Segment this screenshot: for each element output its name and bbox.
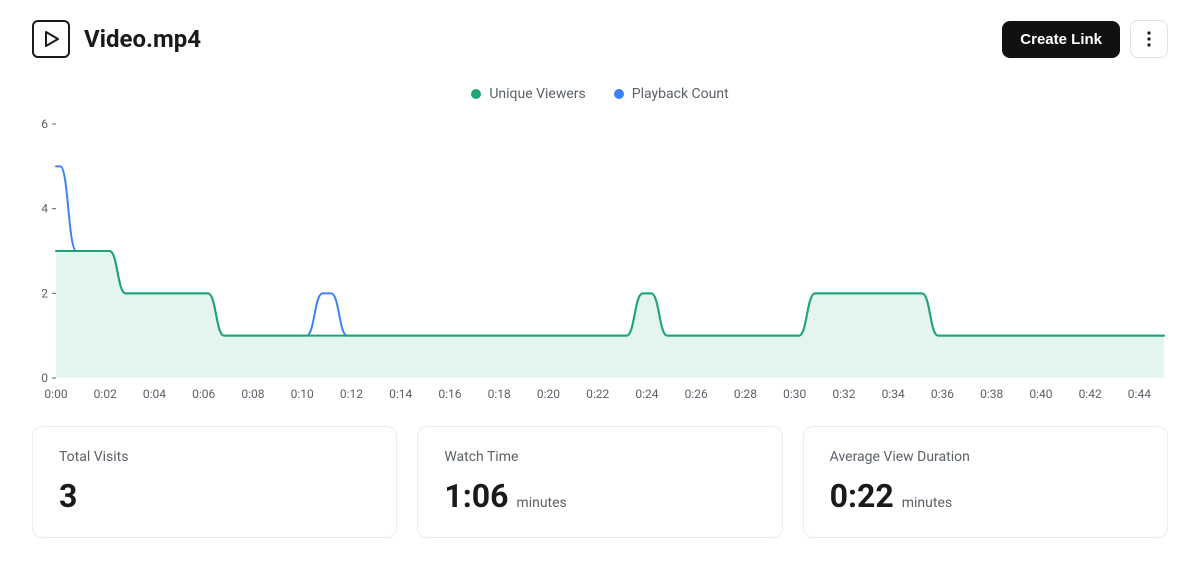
svg-text:0:28: 0:28 — [734, 387, 757, 401]
chart-container: 0 2 4 6 0:00 0:02 0:04 0:06 0:08 0:10 0:12 0:14 0:16… — [0, 108, 1200, 408]
svg-text:0:30: 0:30 — [783, 387, 806, 401]
stat-value-number: 1:06 — [444, 477, 508, 515]
svg-text:0:34: 0:34 — [882, 387, 905, 401]
svg-text:0:22: 0:22 — [586, 387, 609, 401]
svg-text:2: 2 — [41, 286, 48, 300]
legend-item-playback-count[interactable]: Playback Count — [614, 86, 729, 102]
more-menu-button[interactable] — [1130, 20, 1168, 58]
chart-legend: Unique Viewers Playback Count — [0, 68, 1200, 108]
svg-text:0:14: 0:14 — [389, 387, 412, 401]
header-left: Video.mp4 — [32, 20, 201, 58]
stat-value: 0:22 minutes — [830, 477, 1141, 515]
svg-text:4: 4 — [41, 202, 48, 216]
svg-text:0:20: 0:20 — [537, 387, 560, 401]
stat-value-unit: minutes — [902, 495, 952, 511]
svg-text:6: 6 — [41, 117, 48, 131]
stat-value: 3 — [59, 477, 370, 515]
svg-text:0:18: 0:18 — [488, 387, 511, 401]
svg-text:0:12: 0:12 — [340, 387, 363, 401]
legend-item-unique-viewers[interactable]: Unique Viewers — [471, 86, 585, 102]
stat-label: Watch Time — [444, 449, 755, 465]
svg-text:0:10: 0:10 — [291, 387, 314, 401]
stat-value: 1:06 minutes — [444, 477, 755, 515]
svg-text:0:02: 0:02 — [94, 387, 117, 401]
stat-label: Total Visits — [59, 449, 370, 465]
stat-card-watch-time: Watch Time 1:06 minutes — [417, 426, 782, 538]
svg-text:0:42: 0:42 — [1079, 387, 1102, 401]
create-link-button[interactable]: Create Link — [1002, 21, 1120, 58]
svg-text:0:36: 0:36 — [931, 387, 954, 401]
svg-text:0:00: 0:00 — [44, 387, 67, 401]
legend-dot-playback-count — [614, 89, 624, 99]
stat-value-number: 3 — [59, 477, 77, 515]
kebab-icon — [1147, 31, 1151, 47]
svg-text:0:38: 0:38 — [980, 387, 1003, 401]
stat-label: Average View Duration — [830, 449, 1141, 465]
svg-text:0:04: 0:04 — [143, 387, 166, 401]
svg-text:0:32: 0:32 — [832, 387, 855, 401]
header-right: Create Link — [1002, 20, 1168, 58]
header: Video.mp4 Create Link — [0, 0, 1200, 68]
svg-text:0:40: 0:40 — [1029, 387, 1052, 401]
svg-text:0:06: 0:06 — [192, 387, 215, 401]
legend-dot-unique-viewers — [471, 89, 481, 99]
svg-text:0:26: 0:26 — [685, 387, 708, 401]
svg-text:0:08: 0:08 — [241, 387, 264, 401]
svg-text:0:44: 0:44 — [1128, 387, 1151, 401]
stat-card-avg-view-duration: Average View Duration 0:22 minutes — [803, 426, 1168, 538]
svg-text:0: 0 — [41, 371, 48, 385]
page-title: Video.mp4 — [84, 25, 201, 53]
svg-text:0:16: 0:16 — [438, 387, 461, 401]
stat-value-unit: minutes — [516, 495, 566, 511]
stats-row: Total Visits 3 Watch Time 1:06 minutes A… — [0, 408, 1200, 538]
legend-label-unique-viewers: Unique Viewers — [489, 86, 585, 102]
stat-value-number: 0:22 — [830, 477, 894, 515]
svg-text:0:24: 0:24 — [635, 387, 658, 401]
stat-card-total-visits: Total Visits 3 — [32, 426, 397, 538]
legend-label-playback-count: Playback Count — [632, 86, 729, 102]
video-icon — [32, 20, 70, 58]
analytics-chart: 0 2 4 6 0:00 0:02 0:04 0:06 0:08 0:10 0:12 0:14 0:16… — [32, 108, 1168, 408]
